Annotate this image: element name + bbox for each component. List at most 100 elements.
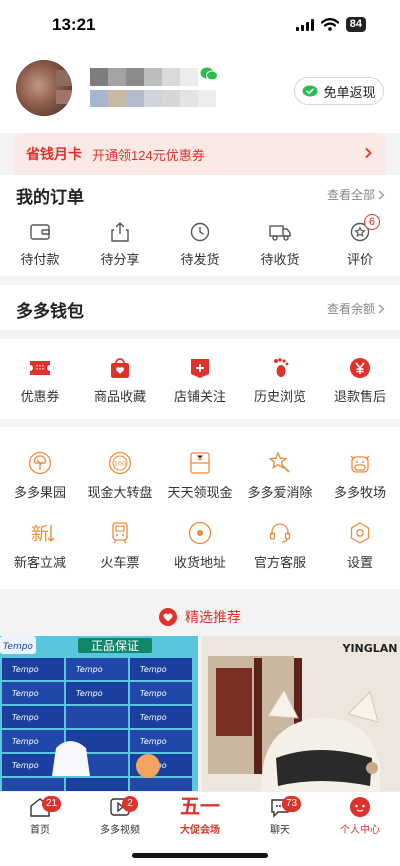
- wechat-icon: [200, 67, 218, 81]
- status-bar: 13:21 84: [0, 0, 400, 52]
- view-all-label: 查看全部: [326, 188, 375, 202]
- settings-link[interactable]: 设置: [320, 521, 400, 571]
- svg-text:Tempo: Tempo: [12, 761, 39, 770]
- tab-label: 首页: [30, 825, 50, 836]
- headset-icon: [269, 523, 291, 543]
- truck-icon: [269, 225, 291, 241]
- tab-videos[interactable]: 多多视频 2: [80, 796, 160, 836]
- favorites-link[interactable]: 商品收藏: [80, 357, 160, 405]
- history-link[interactable]: 历史浏览: [240, 357, 320, 405]
- service-label: 多多牧场: [333, 485, 386, 500]
- address-link[interactable]: 收货地址: [160, 521, 240, 571]
- view-balance-link[interactable]: 查看余额: [327, 300, 386, 317]
- chevron-right-icon: [378, 303, 385, 314]
- shop-follow-icon: [191, 359, 209, 378]
- ranch-link[interactable]: 多多牧场: [320, 451, 400, 501]
- free-refund-button[interactable]: 免单返现: [294, 77, 384, 105]
- username-blurred: [90, 68, 198, 86]
- recommend-title: 精选推荐: [185, 609, 241, 625]
- yinglan-brand-text: YINGLAN: [341, 642, 397, 655]
- promo-icon: 五一: [180, 796, 220, 818]
- tab-badge: 73: [282, 796, 302, 812]
- orchard-link[interactable]: 多多果园: [0, 451, 80, 501]
- tempo-tissue-image: Tempo Tempo Tempo Tempo Tempo Tempo Tempo Tem…: [0, 636, 198, 791]
- followed-shops-link[interactable]: 店铺关注: [160, 357, 240, 405]
- order-label: 待发货: [180, 252, 220, 267]
- orders-title: 我的订单: [16, 188, 84, 207]
- view-all-orders-link[interactable]: 查看全部: [327, 186, 386, 203]
- order-pending-payment[interactable]: 待付款: [0, 222, 80, 268]
- order-pending-shipment[interactable]: 待发货: [160, 222, 240, 268]
- quick-link-label: 商品收藏: [93, 389, 146, 404]
- service-label: 官方客服: [253, 555, 306, 570]
- cash-wheel-link[interactable]: 100 现金大转盘: [80, 451, 160, 501]
- avatar[interactable]: [16, 60, 72, 116]
- svg-text:Tempo: Tempo: [12, 713, 39, 722]
- refund-after-sale-link[interactable]: 退款售后: [320, 357, 400, 405]
- orders-section: 我的订单 查看全部 待付款 待分享 待发货 待收货 评价 6: [0, 175, 400, 276]
- service-label: 新客立减: [13, 555, 66, 570]
- tab-promo[interactable]: 五一 大促会场: [160, 796, 240, 836]
- coupon-icon: [30, 361, 50, 375]
- heart-badge-icon: [159, 608, 177, 626]
- chevron-right-icon: [365, 147, 372, 159]
- customer-service-link[interactable]: 官方客服: [240, 521, 320, 571]
- order-label: 待付款: [20, 252, 60, 267]
- quick-links-section: 优惠券 商品收藏 店铺关注 历史浏览 退款售后: [0, 339, 400, 419]
- view-balance-label: 查看余额: [326, 302, 375, 316]
- new-customer-link[interactable]: 新 新客立减: [0, 521, 80, 571]
- status-icons: 84: [295, 17, 366, 32]
- tab-badge: 2: [122, 796, 138, 812]
- quick-link-label: 历史浏览: [253, 389, 306, 404]
- save-card-offer: 开通领124元优惠券: [92, 147, 205, 163]
- location-icon: [188, 521, 212, 545]
- order-label: 待分享: [100, 252, 140, 267]
- daily-cash-link[interactable]: 天天领现金: [160, 451, 240, 501]
- service-label: 收货地址: [173, 555, 226, 570]
- service-label: 多多爱消除: [247, 485, 313, 500]
- product-card-tempo[interactable]: Tempo Tempo Tempo Tempo Tempo Tempo Tempo Tem…: [0, 636, 198, 791]
- svg-text:Tempo: Tempo: [12, 737, 39, 746]
- svg-text:新: 新: [31, 524, 49, 545]
- train-tickets-link[interactable]: 火车票: [80, 521, 160, 571]
- service-label: 火车票: [100, 555, 140, 570]
- svg-text:Tempo: Tempo: [12, 689, 39, 698]
- service-label: 天天领现金: [167, 485, 233, 500]
- wallet-section[interactable]: 多多钱包 查看余额: [0, 285, 400, 330]
- svg-text:100: 100: [114, 460, 126, 468]
- order-pending-share[interactable]: 待分享: [80, 222, 160, 268]
- order-label: 评价: [346, 252, 373, 267]
- settings-icon: [350, 522, 370, 544]
- tab-label: 大促会场: [180, 825, 220, 836]
- order-pending-receipt[interactable]: 待收货: [240, 222, 320, 268]
- elimination-game-link[interactable]: 多多爱消除: [240, 451, 320, 501]
- footprint-icon: [274, 358, 289, 377]
- service-label: 多多果园: [13, 485, 66, 500]
- services-section: 多多果园 100 现金大转盘 天天领现金 多多爱消除 多多牧场 新 新客立减 火…: [0, 427, 400, 589]
- signal-icon: [295, 18, 314, 31]
- tab-badge: 21: [42, 796, 62, 812]
- save-money-card[interactable]: 省钱月卡 开通领124元优惠券: [14, 133, 386, 175]
- svg-text:Tempo: Tempo: [140, 689, 167, 698]
- new-customer-icon: 新: [31, 524, 55, 545]
- product-card-helmet[interactable]: YINGLAN: [202, 636, 400, 791]
- product-feed: Tempo Tempo Tempo Tempo Tempo Tempo Tempo Tem…: [0, 636, 400, 791]
- tab-label: 多多视频: [100, 825, 140, 836]
- tab-profile[interactable]: 个人中心: [320, 796, 400, 836]
- tree-icon: [28, 451, 52, 475]
- cow-icon: [350, 455, 370, 473]
- share-icon: [111, 222, 129, 242]
- save-card-title: 省钱月卡: [26, 146, 82, 162]
- coupons-link[interactable]: 优惠券: [0, 357, 80, 405]
- tab-chat[interactable]: 聊天 73: [240, 796, 320, 836]
- order-review[interactable]: 评价 6: [320, 214, 400, 268]
- tab-label: 聊天: [270, 825, 290, 836]
- clock-icon: [190, 222, 210, 242]
- wechat-check-icon: [302, 85, 318, 97]
- status-time: 13:21: [52, 15, 96, 34]
- wallet-icon: [30, 224, 50, 240]
- star-wand-icon: [268, 451, 290, 473]
- tab-home[interactable]: 首页 21: [0, 796, 80, 836]
- order-label: 待收货: [260, 252, 300, 267]
- svg-text:Tempo: Tempo: [76, 689, 103, 698]
